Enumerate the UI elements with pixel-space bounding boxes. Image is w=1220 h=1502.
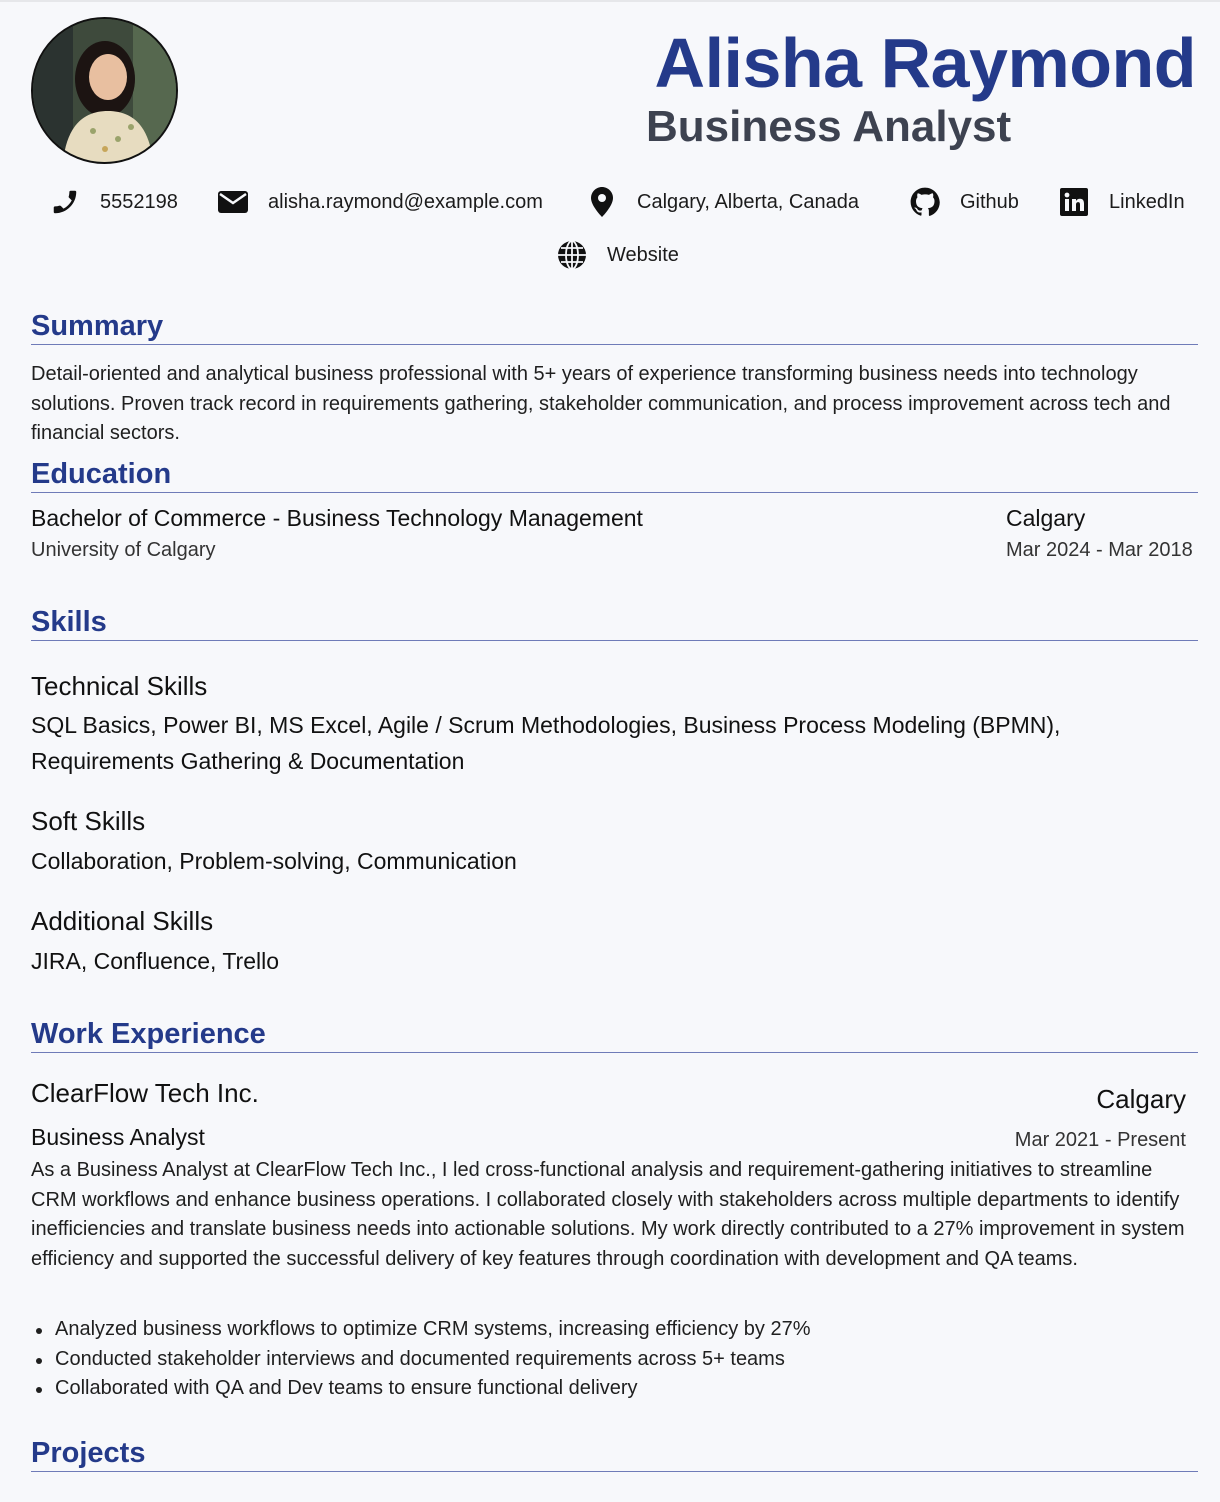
contact-email[interactable]: alisha.raymond@example.com: [216, 185, 543, 219]
contact-website-text: Website: [607, 243, 679, 266]
skill-group-title: Technical Skills: [31, 671, 208, 701]
section-education-heading: Education: [31, 456, 1198, 493]
contact-email-text: alisha.raymond@example.com: [268, 190, 543, 213]
avatar: [31, 17, 178, 164]
contact-github[interactable]: Github: [908, 185, 1019, 219]
list-item: Analyzed business workflows to optimize …: [31, 1315, 1181, 1345]
education-degree: Bachelor of Commerce - Business Technolo…: [31, 505, 643, 531]
linkedin-icon: [1057, 185, 1091, 219]
envelope-icon: [216, 185, 250, 219]
education-dates: Mar 2024 - Mar 2018: [1006, 539, 1193, 561]
section-title: Projects: [31, 1437, 146, 1469]
skill-group-title: Soft Skills: [31, 806, 146, 836]
education-location: Calgary: [1006, 505, 1086, 531]
globe-icon: [555, 238, 589, 272]
skill-group-items: JIRA, Confluence, Trello: [31, 948, 280, 974]
contact-website[interactable]: Website: [555, 238, 679, 272]
contact-location[interactable]: Calgary, Alberta, Canada: [585, 185, 859, 219]
skill-group-title: Additional Skills: [31, 906, 214, 936]
top-border: [0, 0, 1220, 2]
contact-github-text: Github: [960, 190, 1019, 213]
list-item: Collaborated with QA and Dev teams to en…: [31, 1374, 1181, 1404]
section-title: Skills: [31, 606, 107, 638]
section-summary-heading: Summary: [31, 308, 1198, 345]
section-title: Education: [31, 458, 172, 490]
section-title: Work Experience: [31, 1018, 266, 1050]
work-location: Calgary: [1096, 1084, 1186, 1114]
list-item: Conducted stakeholder interviews and doc…: [31, 1345, 1181, 1375]
skill-group-items: SQL Basics, Power BI, MS Excel, Agile / …: [31, 712, 1061, 774]
portrait-photo-icon: [33, 19, 176, 162]
github-icon: [908, 185, 942, 219]
contact-linkedin[interactable]: LinkedIn: [1057, 185, 1185, 219]
section-work-heading: Work Experience: [31, 1016, 1198, 1053]
contact-linkedin-text: LinkedIn: [1109, 190, 1185, 213]
work-company: ClearFlow Tech Inc.: [31, 1078, 259, 1108]
phone-icon: [48, 185, 82, 219]
candidate-title: Business Analyst: [646, 102, 1012, 151]
education-school: University of Calgary: [31, 539, 216, 561]
work-description: As a Business Analyst at ClearFlow Tech …: [31, 1159, 1185, 1270]
work-role: Business Analyst: [31, 1124, 205, 1150]
section-title: Summary: [31, 310, 164, 342]
contact-phone-text: 5552198: [100, 190, 178, 213]
skill-group-items: Collaboration, Problem-solving, Communic…: [31, 848, 517, 874]
candidate-name: Alisha Raymond: [654, 24, 1197, 102]
contact-location-text: Calgary, Alberta, Canada: [637, 190, 859, 213]
map-pin-icon: [585, 185, 619, 219]
contact-phone[interactable]: 5552198: [48, 185, 178, 219]
section-skills-heading: Skills: [31, 604, 1198, 641]
work-dates: Mar 2021 - Present: [1014, 1129, 1186, 1151]
section-projects-heading: Projects: [31, 1435, 1198, 1472]
work-achievements: Analyzed business workflows to optimize …: [31, 1315, 1181, 1404]
summary-text: Detail-oriented and analytical business …: [31, 363, 1171, 444]
